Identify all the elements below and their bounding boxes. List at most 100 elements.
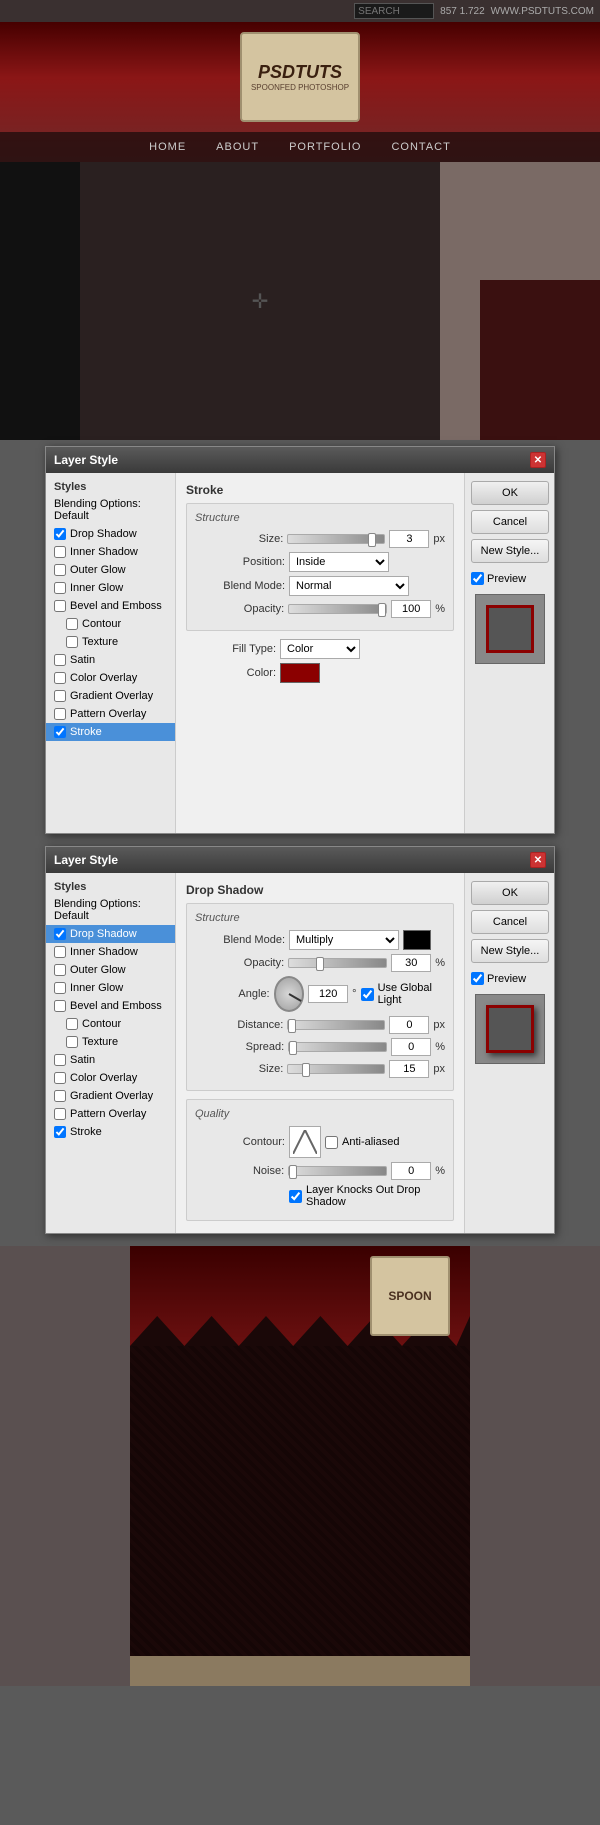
opacity-input-2[interactable]	[391, 954, 431, 972]
new-style-button-2[interactable]: New Style...	[471, 939, 549, 963]
cb-inner-shadow-1[interactable]	[54, 546, 66, 558]
cancel-button-1[interactable]: Cancel	[471, 510, 549, 534]
opacity-slider-1[interactable]	[288, 604, 387, 614]
anti-aliased-cb-2[interactable]	[325, 1136, 338, 1149]
cb-gradient-overlay-2[interactable]	[54, 1090, 66, 1102]
cb-pattern-overlay-1[interactable]	[54, 708, 66, 720]
angle-dial-2[interactable]	[274, 976, 305, 1012]
cb-texture-1[interactable]	[66, 636, 78, 648]
size-input-2[interactable]	[389, 1060, 429, 1078]
cb-pattern-overlay-2[interactable]	[54, 1108, 66, 1120]
sidebar-contour-1[interactable]: Contour	[46, 615, 175, 633]
fill-type-select-1[interactable]: Color Gradient Pattern	[280, 639, 360, 659]
cb-color-overlay-1[interactable]	[54, 672, 66, 684]
search-input[interactable]	[354, 3, 434, 19]
dialog-close-2[interactable]: ✕	[530, 852, 546, 868]
sidebar-contour-2[interactable]: Contour	[46, 1015, 175, 1033]
distance-slider-2[interactable]	[287, 1020, 385, 1030]
layer-knocks-cb-2[interactable]	[289, 1190, 302, 1203]
blend-mode-select-2[interactable]: Multiply Normal	[289, 930, 399, 950]
cb-stroke-1[interactable]	[54, 726, 66, 738]
sidebar-color-overlay-2[interactable]: Color Overlay	[46, 1069, 175, 1087]
dialog-main-2: Drop Shadow Structure Blend Mode: Multip…	[176, 873, 464, 1233]
sidebar-drop-shadow-1[interactable]: Drop Shadow	[46, 525, 175, 543]
sidebar-outer-glow-1[interactable]: Outer Glow	[46, 561, 175, 579]
ok-button-1[interactable]: OK	[471, 481, 549, 505]
sidebar-gradient-overlay-1[interactable]: Gradient Overlay	[46, 687, 175, 705]
size-thumb-2[interactable]	[302, 1063, 310, 1077]
opacity-input-1[interactable]	[391, 600, 431, 618]
opacity-slider-2[interactable]	[288, 958, 387, 968]
sidebar-texture-1[interactable]: Texture	[46, 633, 175, 651]
dialog-close-1[interactable]: ✕	[530, 452, 546, 468]
sidebar-inner-glow-2[interactable]: Inner Glow	[46, 979, 175, 997]
cb-inner-glow-1[interactable]	[54, 582, 66, 594]
sidebar-blending-1[interactable]: Blending Options: Default	[46, 495, 175, 525]
sidebar-bevel-2[interactable]: Bevel and Emboss	[46, 997, 175, 1015]
blending-label-2: Blending Options: Default	[54, 898, 167, 922]
nav-about[interactable]: ABOUT	[216, 141, 259, 153]
cb-texture-2[interactable]	[66, 1036, 78, 1048]
cb-satin-2[interactable]	[54, 1054, 66, 1066]
cb-color-overlay-2[interactable]	[54, 1072, 66, 1084]
preview-cb-2[interactable]	[471, 972, 484, 985]
spread-thumb-2[interactable]	[289, 1041, 297, 1055]
sidebar-pattern-overlay-2[interactable]: Pattern Overlay	[46, 1105, 175, 1123]
cb-contour-2[interactable]	[66, 1018, 78, 1030]
cb-inner-shadow-2[interactable]	[54, 946, 66, 958]
nav-contact[interactable]: CONTACT	[391, 141, 450, 153]
cb-gradient-overlay-1[interactable]	[54, 690, 66, 702]
cancel-button-2[interactable]: Cancel	[471, 910, 549, 934]
size-thumb-1[interactable]	[368, 533, 376, 547]
cb-drop-shadow-1[interactable]	[54, 528, 66, 540]
sidebar-drop-shadow-2[interactable]: Drop Shadow	[46, 925, 175, 943]
sidebar-inner-shadow-1[interactable]: Inner Shadow	[46, 543, 175, 561]
sidebar-inner-shadow-2[interactable]: Inner Shadow	[46, 943, 175, 961]
size-slider-2[interactable]	[287, 1064, 385, 1074]
opacity-thumb-1[interactable]	[378, 603, 386, 617]
cb-drop-shadow-2[interactable]	[54, 928, 66, 940]
sidebar-outer-glow-2[interactable]: Outer Glow	[46, 961, 175, 979]
angle-input-2[interactable]	[308, 985, 348, 1003]
shadow-color-swatch[interactable]	[403, 930, 431, 950]
distance-thumb-2[interactable]	[288, 1019, 296, 1033]
distance-input-2[interactable]	[389, 1016, 429, 1034]
sidebar-satin-1[interactable]: Satin	[46, 651, 175, 669]
sidebar-bevel-1[interactable]: Bevel and Emboss	[46, 597, 175, 615]
ok-button-2[interactable]: OK	[471, 881, 549, 905]
cb-contour-1[interactable]	[66, 618, 78, 630]
cb-inner-glow-2[interactable]	[54, 982, 66, 994]
sidebar-color-overlay-1[interactable]: Color Overlay	[46, 669, 175, 687]
cb-bevel-2[interactable]	[54, 1000, 66, 1012]
sidebar-pattern-overlay-1[interactable]: Pattern Overlay	[46, 705, 175, 723]
noise-thumb-2[interactable]	[289, 1165, 297, 1179]
sidebar-texture-2[interactable]: Texture	[46, 1033, 175, 1051]
sidebar-satin-2[interactable]: Satin	[46, 1051, 175, 1069]
noise-input-2[interactable]	[391, 1162, 431, 1180]
nav-portfolio[interactable]: PORTFOLIO	[289, 141, 361, 153]
spread-input-2[interactable]	[391, 1038, 431, 1056]
nav-home[interactable]: HOME	[149, 141, 186, 153]
size-slider-1[interactable]	[287, 534, 385, 544]
sidebar-stroke-2[interactable]: Stroke	[46, 1123, 175, 1141]
sidebar-stroke-1[interactable]: Stroke	[46, 723, 175, 741]
opacity-thumb-2[interactable]	[316, 957, 324, 971]
cb-outer-glow-2[interactable]	[54, 964, 66, 976]
global-light-cb[interactable]	[361, 988, 374, 1001]
sidebar-blending-2[interactable]: Blending Options: Default	[46, 895, 175, 925]
spread-slider-2[interactable]	[288, 1042, 387, 1052]
color-swatch-1[interactable]	[280, 663, 320, 683]
new-style-button-1[interactable]: New Style...	[471, 539, 549, 563]
sidebar-inner-glow-1[interactable]: Inner Glow	[46, 579, 175, 597]
contour-preview-2[interactable]	[289, 1126, 321, 1158]
blend-mode-select-1[interactable]: Normal Multiply	[289, 576, 409, 596]
cb-stroke-2[interactable]	[54, 1126, 66, 1138]
size-input-1[interactable]	[389, 530, 429, 548]
cb-bevel-1[interactable]	[54, 600, 66, 612]
cb-satin-1[interactable]	[54, 654, 66, 666]
preview-cb-1[interactable]	[471, 572, 484, 585]
noise-slider-2[interactable]	[288, 1166, 387, 1176]
position-select-1[interactable]: Inside Outside Center	[289, 552, 389, 572]
sidebar-gradient-overlay-2[interactable]: Gradient Overlay	[46, 1087, 175, 1105]
cb-outer-glow-1[interactable]	[54, 564, 66, 576]
